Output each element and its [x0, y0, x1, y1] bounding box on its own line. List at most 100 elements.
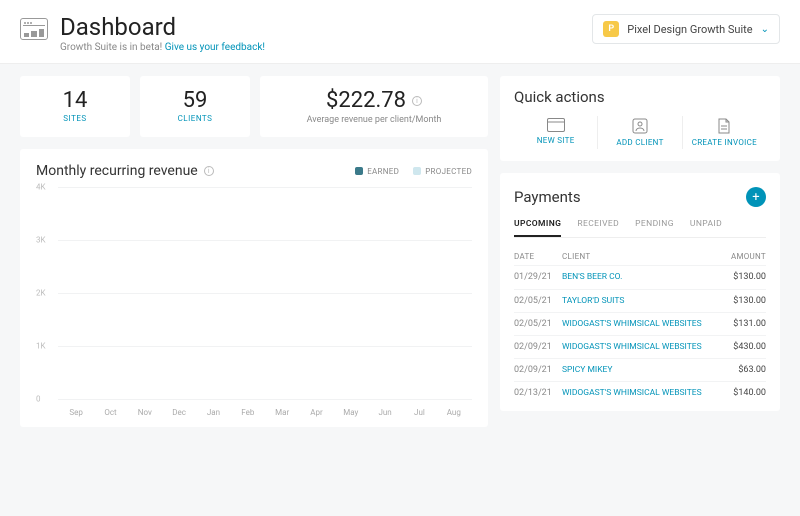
legend-projected: PROJECTED [413, 167, 472, 176]
chart-area: Sep Oct Nov Dec Jan Feb Mar Apr May Jun Jul Aug 0 1K… [36, 187, 472, 417]
cell-client[interactable]: WIDOGAST'S WHIMSICAL WEBSITES [562, 342, 712, 352]
ytick: 0 [36, 395, 41, 404]
ytick: 1K [36, 342, 46, 351]
xlabel: Feb [234, 408, 262, 417]
chevron-down-icon: ⌄ [761, 24, 769, 35]
cell-client[interactable]: TAYLOR'D SUITS [562, 296, 712, 306]
gridline [58, 293, 472, 294]
stat-avg-revenue: $222.78 i Average revenue per client/Mon… [260, 76, 488, 137]
quick-action-create-invoice[interactable]: CREATE INVOICE [683, 116, 766, 149]
col-date-header: DATE [514, 252, 562, 261]
right-column: Quick actions NEW SITEADD CLIENTCREATE I… [500, 76, 780, 427]
feedback-link[interactable]: Give us your feedback! [165, 42, 265, 53]
gridline [58, 346, 472, 347]
table-row[interactable]: 02/05/21WIDOGAST'S WHIMSICAL WEBSITES$13… [514, 312, 766, 335]
cell-client[interactable]: SPICY MIKEY [562, 365, 712, 375]
org-selector[interactable]: P Pixel Design Growth Suite ⌄ [592, 14, 780, 44]
page-title: Dashboard [60, 14, 265, 40]
add-payment-button[interactable]: + [746, 187, 766, 207]
stat-value: 14 [34, 88, 116, 113]
cell-date: 02/05/21 [514, 296, 562, 306]
payments-table-head: DATE CLIENT AMOUNT [514, 248, 766, 265]
payments-card: Payments + UPCOMING RECEIVED PENDING UNPAID… [500, 173, 780, 410]
cell-amount: $140.00 [712, 388, 766, 398]
swatch-projected [413, 167, 421, 175]
cell-amount: $130.00 [712, 296, 766, 306]
stat-label: SITES [34, 114, 116, 123]
window-icon [514, 118, 597, 132]
header-left: Dashboard Growth Suite is in beta! Give … [20, 14, 265, 53]
cell-date: 02/09/21 [514, 365, 562, 375]
chart-header: Monthly recurring revenue i EARNED PROJE… [36, 163, 472, 179]
cell-client[interactable]: BEN'S BEER CO. [562, 272, 712, 282]
org-name: Pixel Design Growth Suite [627, 23, 752, 36]
cell-amount: $131.00 [712, 319, 766, 329]
chart-title: Monthly recurring revenue i [36, 163, 214, 179]
swatch-earned [355, 167, 363, 175]
col-amount-header: AMOUNT [712, 252, 766, 261]
table-row[interactable]: 02/09/21SPICY MIKEY$63.00 [514, 358, 766, 381]
table-row[interactable]: 02/09/21WIDOGAST'S WHIMSICAL WEBSITES$43… [514, 335, 766, 358]
table-row[interactable]: 02/05/21TAYLOR'D SUITS$130.00 [514, 289, 766, 312]
xlabel: Mar [268, 408, 296, 417]
cell-client[interactable]: WIDOGAST'S WHIMSICAL WEBSITES [562, 388, 712, 398]
quick-action-label: CREATE INVOICE [683, 138, 766, 147]
xlabel: Aug [440, 408, 468, 417]
xlabel: May [337, 408, 365, 417]
gridline [58, 240, 472, 241]
xlabel: Jul [405, 408, 433, 417]
file-icon [683, 118, 766, 134]
chart-card: Monthly recurring revenue i EARNED PROJE… [20, 149, 488, 427]
tab-pending[interactable]: PENDING [635, 219, 674, 237]
legend-projected-label: PROJECTED [425, 167, 472, 176]
quick-actions-card: Quick actions NEW SITEADD CLIENTCREATE I… [500, 76, 780, 161]
legend-earned-label: EARNED [367, 167, 399, 176]
person-icon [598, 118, 681, 134]
cell-date: 02/13/21 [514, 388, 562, 398]
stats-row: 14 SITES 59 CLIENTS $222.78 i Average re… [20, 76, 488, 137]
quick-actions-row: NEW SITEADD CLIENTCREATE INVOICE [514, 116, 766, 149]
quick-action-label: NEW SITE [514, 136, 597, 145]
payments-title: Payments [514, 188, 581, 206]
stat-sites[interactable]: 14 SITES [20, 76, 130, 137]
info-icon[interactable]: i [412, 96, 422, 106]
table-row[interactable]: 01/29/21BEN'S BEER CO.$130.00 [514, 265, 766, 288]
xlabel: Dec [165, 408, 193, 417]
cell-amount: $430.00 [712, 342, 766, 352]
xlabel: Sep [62, 408, 90, 417]
cell-amount: $130.00 [712, 272, 766, 282]
col-client-header: CLIENT [562, 252, 712, 261]
header: Dashboard Growth Suite is in beta! Give … [0, 0, 800, 64]
tab-upcoming[interactable]: UPCOMING [514, 219, 561, 237]
tab-unpaid[interactable]: UNPAID [690, 219, 722, 237]
xlabel: Nov [131, 408, 159, 417]
stat-value: 59 [154, 88, 236, 113]
quick-actions-title: Quick actions [514, 88, 766, 106]
info-icon[interactable]: i [204, 166, 214, 176]
quick-action-new-site[interactable]: NEW SITE [514, 116, 598, 149]
table-row[interactable]: 02/13/21WIDOGAST'S WHIMSICAL WEBSITES$14… [514, 381, 766, 404]
xlabel: Jan [199, 408, 227, 417]
payments-tabs: UPCOMING RECEIVED PENDING UNPAID [514, 219, 766, 238]
subtitle-text: Growth Suite is in beta! [60, 42, 165, 53]
subtitle: Growth Suite is in beta! Give us your fe… [60, 42, 265, 53]
legend-earned: EARNED [355, 167, 399, 176]
chart-xlabels: Sep Oct Nov Dec Jan Feb Mar Apr May Jun Jul Aug [58, 408, 472, 417]
ytick: 3K [36, 236, 46, 245]
chart-title-text: Monthly recurring revenue [36, 163, 198, 179]
stat-clients[interactable]: 59 CLIENTS [140, 76, 250, 137]
ytick: 4K [36, 183, 46, 192]
cell-client[interactable]: WIDOGAST'S WHIMSICAL WEBSITES [562, 319, 712, 329]
payments-header: Payments + [514, 187, 766, 207]
xlabel: Oct [96, 408, 124, 417]
avg-amount: $222.78 [326, 88, 406, 113]
tab-received[interactable]: RECEIVED [577, 219, 619, 237]
xlabel: Jun [371, 408, 399, 417]
xlabel: Apr [302, 408, 330, 417]
cell-date: 02/05/21 [514, 319, 562, 329]
quick-action-add-client[interactable]: ADD CLIENT [598, 116, 682, 149]
cell-amount: $63.00 [712, 365, 766, 375]
avg-label: Average revenue per client/Month [274, 115, 474, 125]
chart-legend: EARNED PROJECTED [355, 167, 472, 176]
title-block: Dashboard Growth Suite is in beta! Give … [60, 14, 265, 53]
